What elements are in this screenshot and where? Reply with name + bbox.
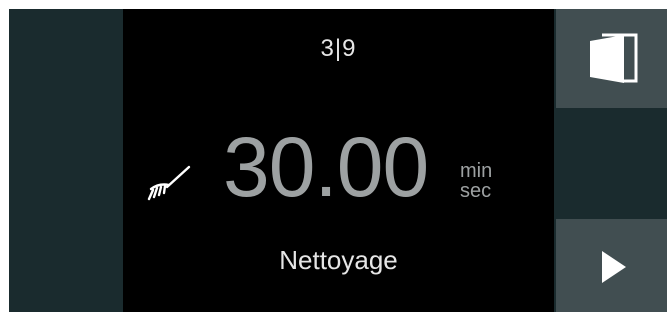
step-counter: 3|9 [320, 35, 357, 62]
center-panel: 3|9 30.00 min sec Nettoyage [123, 9, 554, 312]
time-unit-sec: sec [460, 180, 492, 202]
cleaning-brush-icon [147, 165, 191, 201]
right-panel [554, 9, 667, 312]
door-icon [590, 33, 638, 83]
time-value: 30.00 [223, 120, 429, 214]
time-unit-min: min [460, 160, 493, 182]
appliance-display: 3|9 30.00 min sec Nettoyage [9, 9, 667, 312]
left-panel [9, 9, 123, 312]
time-units: min sec [460, 161, 492, 201]
empty-button-slot [556, 110, 667, 217]
play-triangle-icon [602, 251, 626, 283]
next-button[interactable] [556, 219, 667, 312]
program-name: Nettoyage [279, 245, 398, 275]
door-button[interactable] [556, 9, 667, 108]
